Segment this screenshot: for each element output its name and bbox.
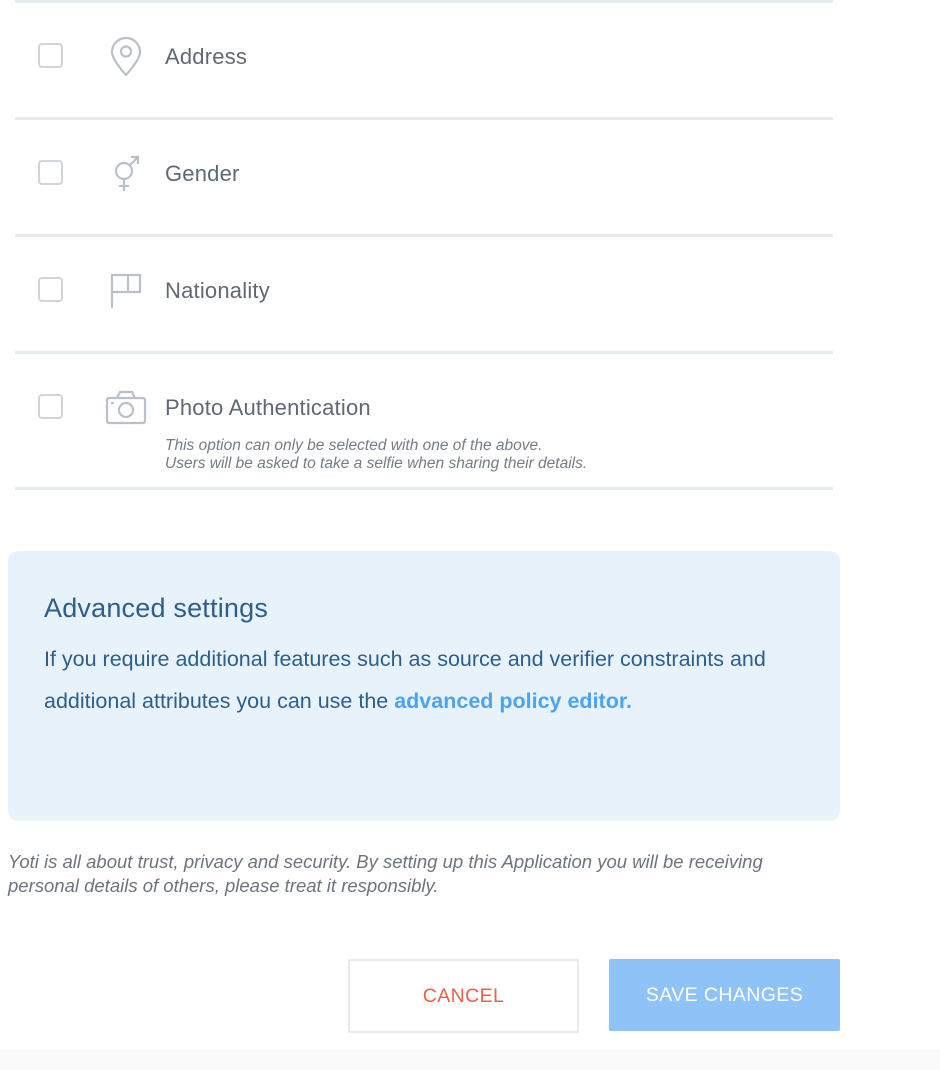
attribute-row-photo-authentication: Photo Authentication This option can onl… bbox=[15, 354, 833, 490]
attribute-list: Address Gender Nationality Photo Authent… bbox=[15, 3, 833, 490]
gender-checkbox[interactable] bbox=[38, 160, 63, 185]
gender-icon bbox=[105, 153, 147, 195]
attribute-label: Nationality bbox=[165, 278, 270, 303]
attribute-label: Photo Authentication bbox=[165, 395, 371, 420]
photo-authentication-note: This option can only be selected with on… bbox=[165, 437, 587, 473]
cancel-button[interactable]: CANCEL bbox=[348, 959, 579, 1033]
address-checkbox[interactable] bbox=[38, 43, 63, 68]
note-line: Users will be asked to take a selfie whe… bbox=[165, 455, 588, 472]
attribute-label: Gender bbox=[165, 161, 240, 186]
attribute-row-address: Address bbox=[15, 3, 833, 120]
camera-icon bbox=[105, 387, 147, 429]
footer-band bbox=[0, 1050, 940, 1070]
advanced-settings-text: If you require additional features such … bbox=[44, 638, 804, 722]
nationality-checkbox[interactable] bbox=[38, 277, 63, 302]
attribute-label: Address bbox=[165, 44, 248, 69]
photo-authentication-checkbox[interactable] bbox=[38, 394, 63, 419]
flag-icon bbox=[105, 270, 147, 312]
advanced-settings-panel: Advanced settings If you require additio… bbox=[8, 551, 840, 821]
advanced-policy-editor-link[interactable]: advanced policy editor. bbox=[394, 689, 632, 713]
note-line: This option can only be selected with on… bbox=[165, 437, 543, 454]
save-changes-button[interactable]: SAVE CHANGES bbox=[609, 959, 840, 1031]
location-pin-icon bbox=[105, 36, 147, 78]
attribute-row-nationality: Nationality bbox=[15, 237, 833, 354]
attribute-row-gender: Gender bbox=[15, 120, 833, 237]
advanced-settings-title: Advanced settings bbox=[44, 593, 269, 623]
disclaimer-text: Yoti is all about trust, privacy and sec… bbox=[8, 851, 763, 896]
